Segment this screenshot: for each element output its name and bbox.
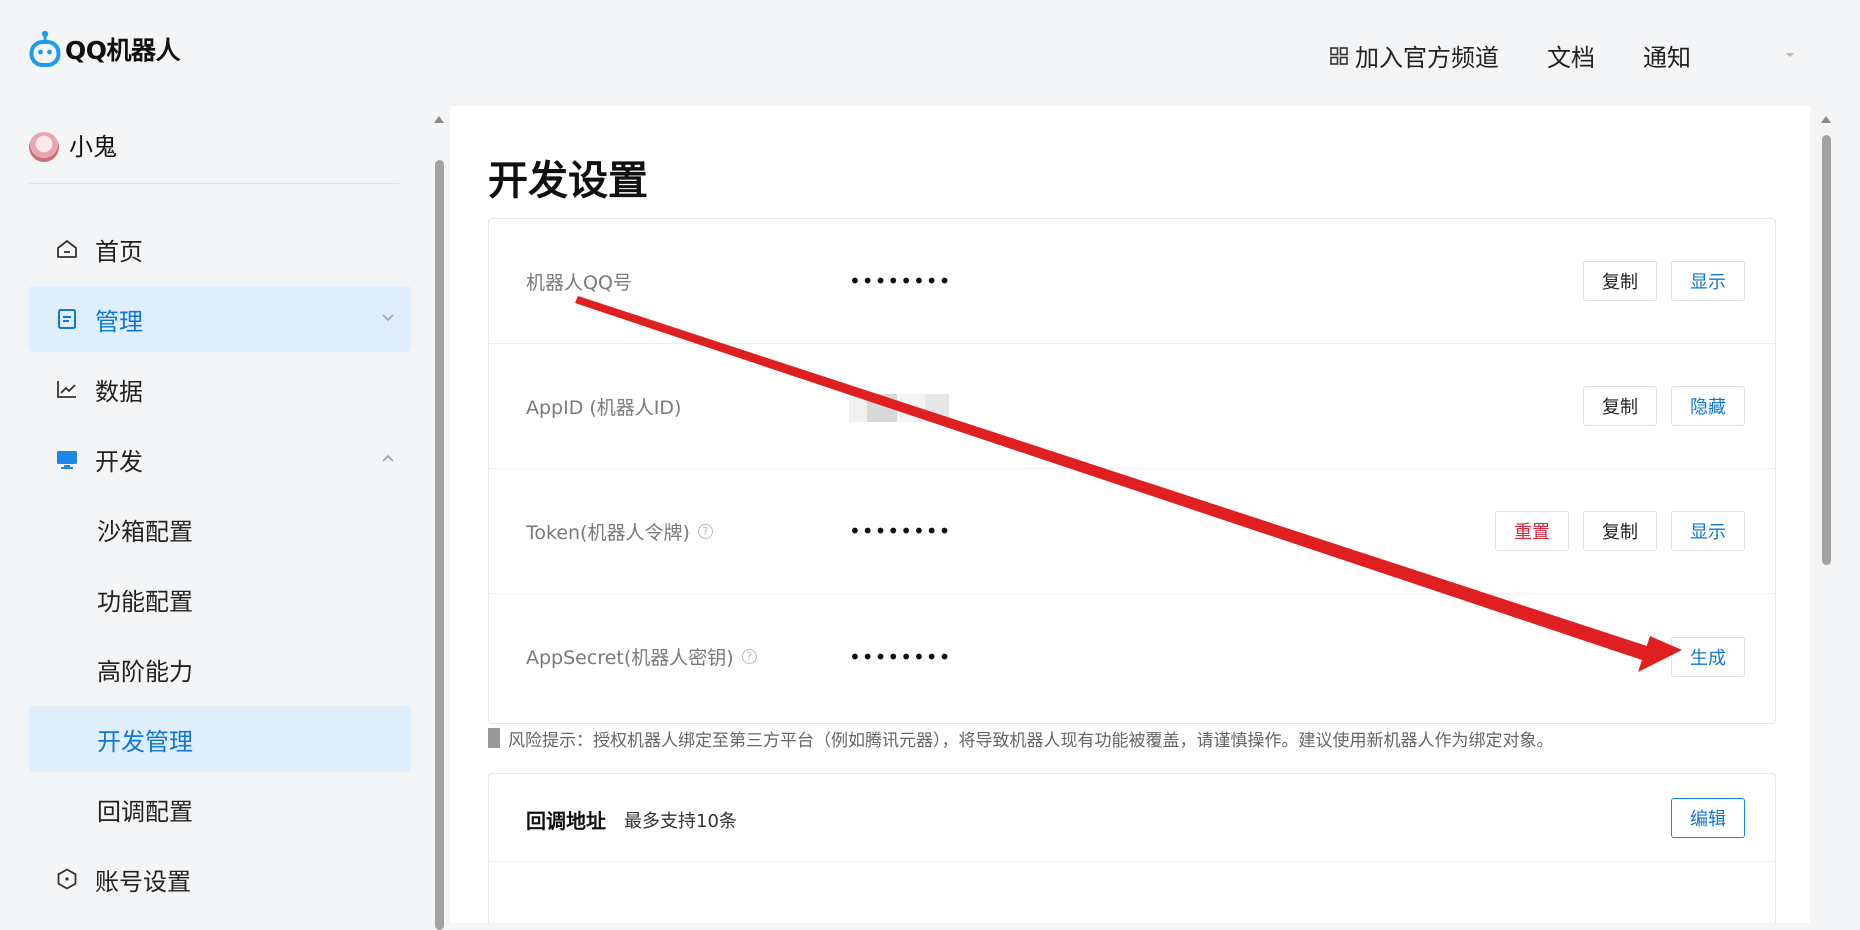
sidebar-item-features[interactable]: 功能配置	[29, 566, 411, 632]
risk-tip: 风险提示：授权机器人绑定至第三方平台（例如腾讯元器），将导致机器人现有功能被覆盖…	[488, 724, 1554, 752]
monitor-icon	[57, 451, 77, 469]
join-channel-label: 加入官方频道	[1355, 44, 1499, 72]
copy-button[interactable]: 复制	[1583, 261, 1657, 301]
credential-label: AppSecret(机器人密钥) ?	[526, 594, 757, 719]
document-icon	[58, 309, 76, 329]
hexagon-icon	[57, 868, 77, 890]
copy-button[interactable]: 复制	[1583, 511, 1657, 551]
sidebar-item-label: 管理	[95, 307, 143, 336]
chevron-up-icon	[382, 454, 394, 462]
sidebar-item-develop[interactable]: 开发	[29, 426, 411, 492]
page-title: 开发设置	[488, 158, 648, 204]
hide-button[interactable]: 隐藏	[1671, 386, 1745, 426]
risk-tip-marker	[488, 728, 500, 748]
sidebar-scrollbar[interactable]	[434, 110, 444, 930]
callback-subtitle: 最多支持10条	[624, 811, 737, 832]
show-button[interactable]: 显示	[1671, 261, 1745, 301]
help-icon[interactable]: ?	[741, 649, 757, 664]
credential-value: ••••••••	[849, 519, 952, 543]
generate-button[interactable]: 生成	[1671, 636, 1745, 677]
join-channel-link[interactable]: 加入官方频道	[1330, 38, 1499, 73]
top-header: QQ机器人 加入官方频道 文档 通知	[0, 0, 1860, 106]
sidebar-item-account[interactable]: 账号设置	[29, 846, 411, 912]
show-button[interactable]: 显示	[1671, 511, 1745, 551]
main-content: 开发设置 机器人QQ号 •••••••• 复制 显示 AppID (机器人ID)…	[450, 106, 1810, 923]
notice-link[interactable]: 通知	[1643, 38, 1691, 73]
avatar	[29, 132, 59, 162]
profile-name: 小鬼	[69, 133, 117, 161]
row-actions: 复制 显示	[1569, 219, 1745, 343]
logo-text: QQ机器人	[65, 36, 181, 65]
sidebar-item-label: 首页	[95, 237, 143, 266]
qq-bot-logo[interactable]: QQ机器人	[29, 30, 181, 68]
credential-row-token: Token(机器人令牌) ? •••••••• 重置 复制 显示	[489, 469, 1775, 594]
callback-card: 回调地址 最多支持10条 编辑	[488, 773, 1776, 923]
credential-label: 机器人QQ号	[526, 271, 632, 294]
sidebar: 小鬼 首页 管理 数据 开发 沙箱配置 功能配置 高阶能力 开发管理 回调配置 …	[0, 106, 430, 923]
credential-row-qq: 机器人QQ号 •••••••• 复制 显示	[489, 219, 1775, 344]
credential-label-text: AppSecret(机器人密钥)	[526, 647, 734, 669]
sidebar-item-manage[interactable]: 管理	[29, 286, 411, 352]
risk-tip-text: 风险提示：授权机器人绑定至第三方平台（例如腾讯元器），将导致机器人现有功能被覆盖…	[508, 730, 1554, 751]
sidebar-item-sandbox[interactable]: 沙箱配置	[29, 496, 411, 562]
sidebar-item-home[interactable]: 首页	[29, 216, 411, 282]
sidebar-item-advanced[interactable]: 高阶能力	[29, 636, 411, 702]
copy-button[interactable]: 复制	[1583, 386, 1657, 426]
redacted-appid-value	[849, 394, 949, 422]
reset-button[interactable]: 重置	[1495, 511, 1569, 551]
robot-logo-icon	[29, 30, 61, 67]
scroll-up-arrow-icon[interactable]	[434, 116, 444, 123]
credential-value: ••••••••	[849, 269, 952, 293]
credential-row-appid: AppID (机器人ID) 复制 隐藏	[489, 344, 1775, 469]
bot-profile[interactable]: 小鬼	[29, 132, 399, 184]
sidebar-item-callback[interactable]: 回调配置	[29, 776, 411, 842]
line-chart-icon	[57, 381, 76, 398]
row-actions: 生成	[1657, 594, 1745, 719]
callback-title: 回调地址	[526, 809, 606, 833]
credential-label-text: Token(机器人令牌)	[526, 521, 690, 544]
edit-button[interactable]: 编辑	[1671, 798, 1745, 838]
sidebar-item-label: 账号设置	[95, 867, 191, 896]
grid-icon	[1330, 46, 1348, 65]
sidebar-item-label: 数据	[95, 377, 143, 406]
credentials-card: 机器人QQ号 •••••••• 复制 显示 AppID (机器人ID) 复制 隐…	[488, 218, 1776, 724]
main-scrollbar-thumb[interactable]	[1822, 135, 1831, 565]
docs-link[interactable]: 文档	[1547, 38, 1595, 73]
credential-label: Token(机器人令牌) ?	[526, 469, 713, 593]
credential-row-appsecret: AppSecret(机器人密钥) ? •••••••• 生成	[489, 594, 1775, 719]
sidebar-menu: 首页 管理 数据 开发 沙箱配置 功能配置 高阶能力 开发管理 回调配置 账号设…	[29, 216, 411, 916]
sidebar-item-data[interactable]: 数据	[29, 356, 411, 422]
callback-header: 回调地址 最多支持10条 编辑	[489, 774, 1775, 862]
help-icon[interactable]: ?	[697, 523, 713, 539]
sidebar-item-label: 开发	[95, 447, 143, 476]
main-scrollbar[interactable]	[1820, 110, 1832, 923]
scroll-up-arrow-icon[interactable]	[1821, 116, 1831, 123]
credential-label: AppID (机器人ID)	[526, 396, 682, 419]
sidebar-scrollbar-thumb[interactable]	[435, 160, 444, 930]
row-actions: 复制 隐藏	[1569, 344, 1745, 468]
home-icon	[57, 240, 77, 258]
row-actions: 重置 复制 显示	[1481, 469, 1745, 593]
chevron-down-icon	[382, 314, 394, 322]
sidebar-item-dev-manage[interactable]: 开发管理	[29, 706, 411, 772]
credential-value: ••••••••	[849, 644, 952, 669]
top-nav: 加入官方频道 文档 通知	[1330, 38, 1691, 73]
user-menu-caret-icon[interactable]	[1783, 50, 1797, 60]
